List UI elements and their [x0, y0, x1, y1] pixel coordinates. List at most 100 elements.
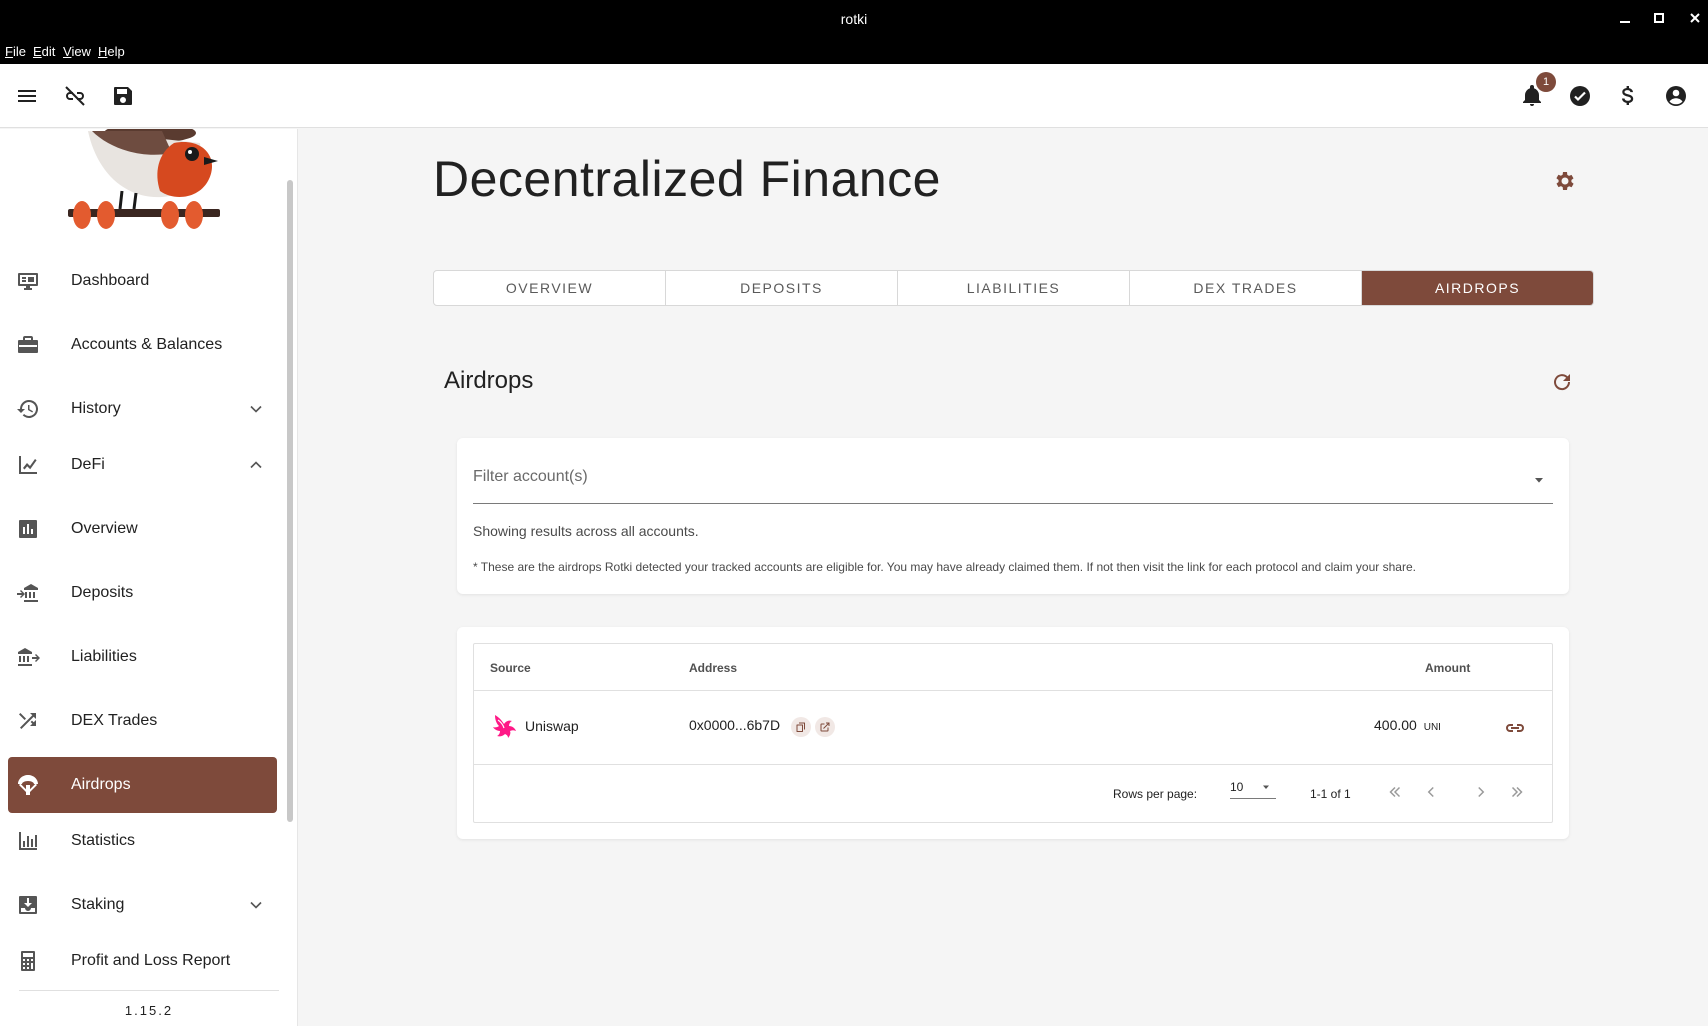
filter-underline	[473, 503, 1553, 504]
dollar-icon	[1622, 86, 1634, 105]
rotki-logo	[68, 129, 220, 229]
copy-icon	[796, 722, 805, 732]
page-title: Decentralized Finance	[433, 151, 941, 207]
tab-dex-trades[interactable]: DEX TRADES	[1130, 271, 1362, 305]
chart-box-icon	[19, 520, 37, 538]
notification-count-badge: 1	[1536, 72, 1556, 92]
tab-airdrops[interactable]: AIRDROPS	[1362, 271, 1593, 305]
sidebar-item-label: History	[71, 400, 121, 417]
maximize-icon	[1654, 13, 1664, 23]
tab-deposits[interactable]: DEPOSITS	[666, 271, 898, 305]
currency-button[interactable]	[1616, 84, 1640, 108]
window-titlebar: rotki	[0, 0, 1708, 38]
table-divider	[474, 764, 1552, 765]
chevron-down-icon	[250, 901, 262, 909]
inbox-arrow-down-icon	[19, 896, 37, 914]
sidebar-item-label: DEX Trades	[71, 712, 158, 729]
dropdown-arrow-icon	[1263, 785, 1269, 789]
amount-value: 400.00	[1374, 717, 1417, 733]
gear-icon	[1556, 172, 1574, 190]
save-button[interactable]	[111, 84, 135, 108]
copy-address-button[interactable]	[791, 717, 811, 737]
first-page-icon[interactable]	[1386, 783, 1404, 801]
row-source: Uniswap	[525, 718, 579, 734]
open-explorer-button[interactable]	[815, 717, 835, 737]
last-page-icon[interactable]	[1508, 783, 1526, 801]
calculator-icon	[21, 951, 35, 971]
parachute-icon	[18, 775, 38, 795]
sidebar-item-label: Liabilities	[71, 648, 137, 665]
settings-button[interactable]	[1553, 169, 1577, 193]
check-circle-icon	[1570, 86, 1590, 106]
next-page-icon[interactable]	[1472, 783, 1490, 801]
menu-icon	[18, 90, 36, 102]
sidebar-item-staking[interactable]: Staking	[8, 877, 277, 933]
sidebar-item-label: Overview	[71, 520, 138, 537]
section-title: Airdrops	[444, 367, 534, 394]
claim-link-button[interactable]	[1503, 716, 1527, 740]
sidebar-item-dex-trades[interactable]: DEX Trades	[8, 693, 277, 749]
bank-transfer-in-icon	[17, 584, 38, 602]
menu-view[interactable]: View	[63, 44, 91, 59]
sidebar-item-label: Accounts & Balances	[71, 336, 223, 353]
sidebar-item-airdrops[interactable]: Airdrops	[8, 757, 277, 813]
sidebar-item-history[interactable]: History	[8, 381, 277, 437]
sidebar-item-deposits[interactable]: Deposits	[8, 565, 277, 621]
sidebar-item-dashboard[interactable]: Dashboard	[8, 253, 277, 309]
refresh-button[interactable]	[1550, 370, 1574, 394]
window-close-button[interactable]	[1686, 10, 1704, 28]
app-version: 1.15.2	[124, 1003, 174, 1018]
menu-edit[interactable]: Edit	[33, 44, 55, 59]
window-maximize-button[interactable]	[1650, 10, 1668, 28]
column-header-source[interactable]: Source	[490, 661, 531, 675]
sidebar-divider	[19, 990, 279, 991]
sidebar-item-defi[interactable]: DeFi	[8, 437, 277, 493]
previous-page-icon[interactable]	[1422, 783, 1440, 801]
sidebar-item-label: Airdrops	[71, 776, 131, 793]
column-header-amount[interactable]: Amount	[1425, 661, 1470, 675]
sidebar-item-statistics[interactable]: Statistics	[8, 813, 277, 869]
amount-unit: UNI	[1423, 722, 1441, 733]
chart-line-icon	[19, 456, 37, 474]
app-toolbar	[0, 64, 1708, 128]
connection-button[interactable]	[63, 84, 87, 108]
status-check-button[interactable]	[1568, 84, 1592, 108]
column-header-address[interactable]: Address	[689, 661, 737, 675]
chevron-down-icon	[250, 405, 262, 413]
sidebar-item-label: Dashboard	[71, 272, 150, 289]
sidebar-item-accounts-balances[interactable]: Accounts & Balances	[8, 317, 277, 373]
window-minimize-button[interactable]	[1616, 10, 1634, 28]
dropdown-arrow-icon[interactable]	[1531, 472, 1547, 488]
account-circle-icon	[1666, 86, 1686, 106]
sidebar-item-label: Staking	[71, 896, 125, 913]
briefcase-icon	[18, 336, 38, 353]
sidebar-item-label: Deposits	[71, 584, 134, 601]
chevron-up-icon	[250, 461, 262, 469]
sidebar-item-overview[interactable]: Overview	[8, 501, 277, 557]
row-amount: 400.00 UNI	[1374, 717, 1441, 733]
table-divider	[474, 690, 1552, 691]
tab-overview[interactable]: OVERVIEW	[434, 271, 666, 305]
defi-tabs: OVERVIEW DEPOSITS LIABILITIES DEX TRADES…	[433, 270, 1594, 306]
airdrops-table: Source Address Amount Uniswap 0x0000...6…	[473, 643, 1553, 823]
minimize-icon	[1620, 21, 1630, 23]
menu-toggle-button[interactable]	[15, 84, 39, 108]
close-icon	[1690, 13, 1700, 23]
account-button[interactable]	[1664, 84, 1688, 108]
sidebar-item-liabilities[interactable]: Liabilities	[8, 629, 277, 685]
window-title: rotki	[840, 11, 868, 27]
sidebar-item-profit-loss-report[interactable]: Profit and Loss Report	[8, 933, 277, 989]
rows-per-page-select[interactable]: 10	[1230, 775, 1276, 799]
bank-transfer-out-icon	[18, 648, 40, 666]
menu-help[interactable]: Help	[98, 44, 125, 59]
open-in-new-icon	[820, 722, 830, 732]
showing-results-text: Showing results across all accounts.	[473, 523, 699, 539]
sidebar-scrollbar[interactable]	[287, 180, 293, 822]
pagination-range: 1-1 of 1	[1310, 787, 1351, 801]
save-icon	[114, 87, 132, 105]
sidebar: Dashboard Accounts & Balances History De…	[0, 129, 298, 1026]
tab-liabilities[interactable]: LIABILITIES	[898, 271, 1130, 305]
account-filter-input[interactable]: Filter account(s)	[473, 468, 588, 486]
menu-file[interactable]: File	[5, 44, 26, 59]
link-icon	[1506, 724, 1524, 732]
